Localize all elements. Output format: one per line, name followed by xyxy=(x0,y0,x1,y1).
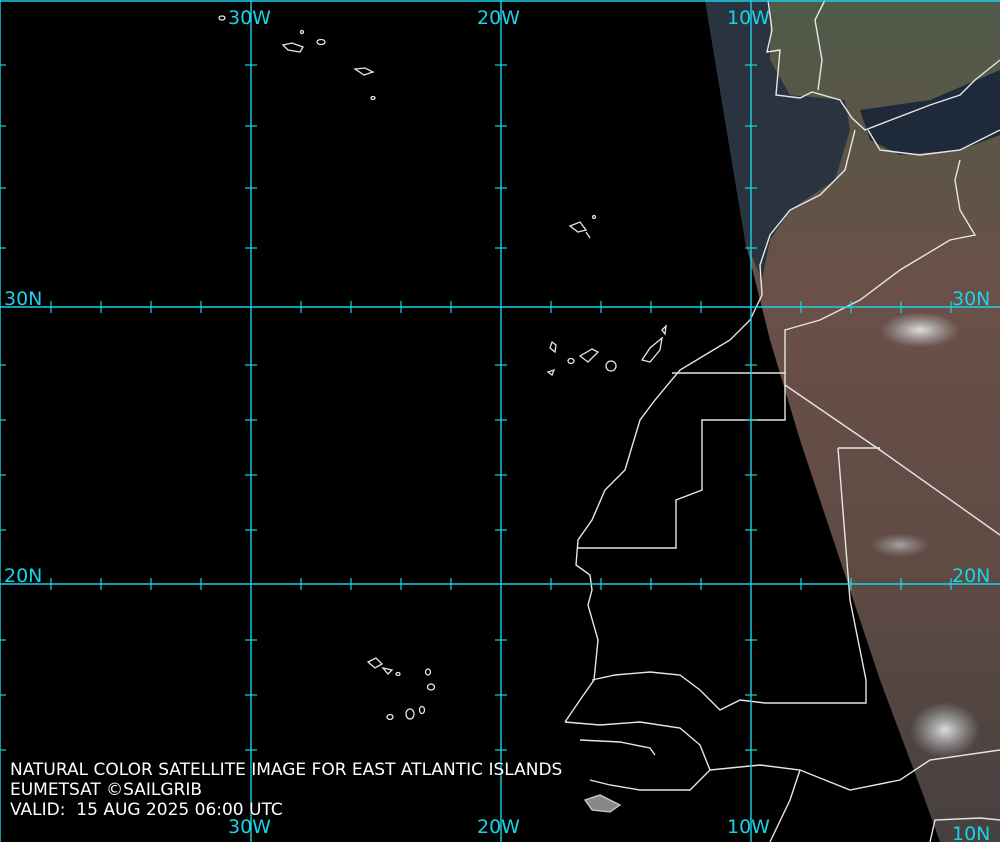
caption-valid-time: VALID: 15 AUG 2025 06:00 UTC xyxy=(10,800,283,820)
cloud-patch xyxy=(910,702,980,758)
map-caption: NATURAL COLOR SATELLITE IMAGE FOR EAST A… xyxy=(10,760,562,820)
satellite-map: 30W 20W 10W 30W 20W 10W 30N 20N 30N 20N … xyxy=(0,0,1000,842)
caption-credit: EUMETSAT ©SAILGRIB xyxy=(10,780,203,800)
lat-label-30n-right: 30N xyxy=(952,288,990,310)
lon-label-10w-bottom: 10W xyxy=(727,816,770,838)
lon-label-30w-top: 30W xyxy=(228,7,271,29)
lat-label-20n-left: 20N xyxy=(4,565,42,587)
cloud-patch xyxy=(880,312,960,348)
lat-label-30n-left: 30N xyxy=(4,288,42,310)
lat-label-10n-right: 10N xyxy=(952,823,990,842)
cloud-patch xyxy=(870,533,930,557)
caption-title: NATURAL COLOR SATELLITE IMAGE FOR EAST A… xyxy=(10,760,563,780)
lat-label-20n-right: 20N xyxy=(952,565,990,587)
lon-label-10w-top: 10W xyxy=(727,7,770,29)
lon-label-20w-top: 20W xyxy=(477,7,520,29)
